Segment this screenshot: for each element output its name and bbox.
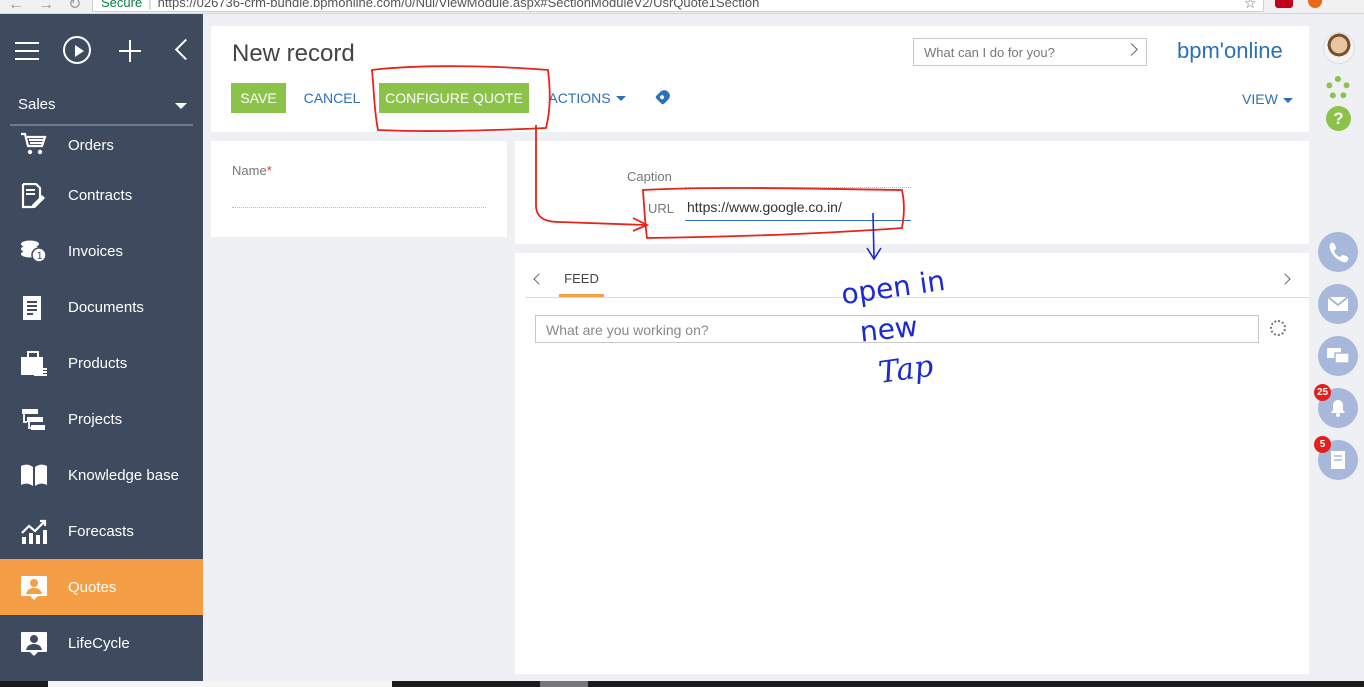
feed-post-input[interactable]: What are you working on? (535, 315, 1259, 343)
sidebar-item-label: LifeCycle (68, 634, 130, 652)
command-search-input[interactable]: What can I do for you? (913, 38, 1147, 66)
sidebar-item-label: Projects (68, 410, 123, 428)
secure-label: Secure (101, 0, 143, 10)
tab-feed[interactable]: FEED (559, 271, 604, 297)
chat-icon (1327, 348, 1350, 364)
workplace-selector[interactable]: Sales (10, 88, 193, 126)
required-mark: * (266, 163, 272, 178)
avatar[interactable] (1323, 32, 1355, 64)
name-input[interactable] (232, 207, 486, 208)
brand-logo: bpm'online (1177, 38, 1283, 63)
document-icon (20, 295, 46, 320)
taskbar-item[interactable] (48, 681, 392, 687)
view-label: VIEW (1242, 91, 1278, 107)
sidebar-item-invoices[interactable]: 1 Invoices (0, 223, 203, 279)
feed-panel: FEED What are you working on? (515, 253, 1309, 674)
record-header: New record SAVE CANCEL CONFIGURE QUOTE A… (211, 26, 1309, 132)
sidebar-item-label: Documents (68, 298, 144, 316)
sidebar-item-label: Invoices (68, 242, 124, 260)
feed-tabs: FEED (525, 253, 1309, 298)
extension-icon[interactable] (1275, 0, 1293, 8)
sidebar-item-knowledge-base[interactable]: Knowledge base (0, 447, 203, 503)
settings-gear-icon[interactable] (1326, 76, 1350, 100)
sidebar-item-documents[interactable]: Documents (0, 279, 203, 335)
sidebar-item-label: Contracts (68, 186, 133, 204)
svg-text:1: 1 (37, 251, 43, 262)
page-title: New record (232, 40, 355, 67)
chart-icon (20, 519, 47, 544)
gear-icon[interactable] (1270, 320, 1286, 336)
projects-icon (20, 407, 46, 431)
details-panel: Caption URL https://www.google.co.in/ (515, 141, 1309, 244)
tag-icon[interactable] (655, 88, 672, 105)
save-button[interactable]: SAVE (231, 83, 286, 113)
chevron-right-icon[interactable] (1125, 43, 1138, 56)
sidebar-item-products[interactable]: Products (0, 335, 203, 391)
name-label: Name* (232, 163, 272, 178)
section-menu: Orders Contracts 1 Invoices Documents Pr… (0, 125, 203, 671)
contract-icon (20, 182, 46, 209)
invoice-icon: 1 (20, 239, 47, 263)
bookmark-star-icon[interactable]: ☆ (1244, 0, 1257, 12)
help-icon[interactable]: ? (1326, 106, 1351, 131)
taskbar-item[interactable] (540, 681, 588, 687)
sidebar-item-projects[interactable]: Projects (0, 391, 203, 447)
sidebar-item-label: Forecasts (68, 522, 134, 540)
tasks-badge: 5 (1314, 436, 1331, 453)
chevron-down-icon (615, 95, 626, 101)
products-icon (20, 351, 47, 376)
actions-menu-button[interactable]: ACTIONS (548, 83, 626, 113)
caption-input[interactable] (685, 187, 911, 188)
phone-button[interactable] (1318, 232, 1358, 272)
workplace-label: Sales (18, 96, 56, 113)
sidebar-item-orders[interactable]: Orders (0, 123, 203, 167)
browser-toolbar: ←→↻ Secure | https://026736-crm-bundle.bpm… (0, 0, 1364, 14)
search-placeholder: What can I do for you? (924, 45, 1055, 60)
email-icon (1327, 296, 1349, 311)
taskbar-strip (0, 681, 1364, 687)
sidebar: Sales Orders Contracts 1 Invoices Docume… (0, 14, 203, 687)
collapse-icon[interactable] (170, 36, 200, 66)
notifications-badge: 25 (1314, 384, 1331, 401)
url-text: https://026736-crm-bundle.bpmonline.com/… (157, 0, 760, 10)
sidebar-item-lifecycle[interactable]: LifeCycle (0, 615, 203, 671)
book-icon (20, 463, 47, 487)
cart-icon (20, 132, 47, 156)
url-input[interactable]: https://www.google.co.in/ (685, 199, 911, 221)
view-menu-button[interactable]: VIEW (1242, 91, 1293, 107)
phone-icon (1329, 242, 1349, 263)
name-panel: Name* (211, 141, 507, 237)
sidebar-item-contracts[interactable]: Contracts (0, 167, 203, 223)
sidebar-item-quotes[interactable]: Quotes (0, 559, 203, 615)
chevron-down-icon (1282, 97, 1293, 103)
chevron-left-icon[interactable] (533, 273, 545, 285)
menu-icon[interactable] (12, 36, 42, 66)
right-rail: ? 25 5 (1314, 14, 1364, 687)
cancel-button[interactable]: CANCEL (299, 83, 365, 113)
sidebar-toolbar (0, 14, 203, 88)
add-icon[interactable] (117, 36, 147, 66)
browser-nav-icons[interactable]: ←→↻ (8, 0, 95, 13)
lifecycle-icon (20, 631, 47, 656)
address-bar[interactable]: Secure | https://026736-crm-bundle.bpmonli… (92, 0, 1264, 12)
quote-icon (20, 575, 47, 600)
sidebar-item-label: Quotes (68, 578, 117, 596)
play-icon[interactable] (63, 36, 91, 64)
configure-quote-button[interactable]: CONFIGURE QUOTE (379, 83, 529, 113)
url-label: URL (648, 201, 675, 216)
chevron-right-icon[interactable] (1279, 273, 1291, 285)
email-button[interactable] (1318, 284, 1358, 324)
sidebar-item-label: Orders (68, 136, 114, 154)
chat-button[interactable] (1318, 336, 1358, 376)
sidebar-item-forecasts[interactable]: Forecasts (0, 503, 203, 559)
extension-icon-2[interactable] (1308, 0, 1322, 8)
caption-label: Caption (627, 169, 672, 184)
sidebar-item-label: Products (68, 354, 128, 372)
chevron-down-icon (175, 103, 187, 109)
actions-label: ACTIONS (548, 90, 611, 106)
sidebar-item-label: Knowledge base (68, 466, 179, 484)
